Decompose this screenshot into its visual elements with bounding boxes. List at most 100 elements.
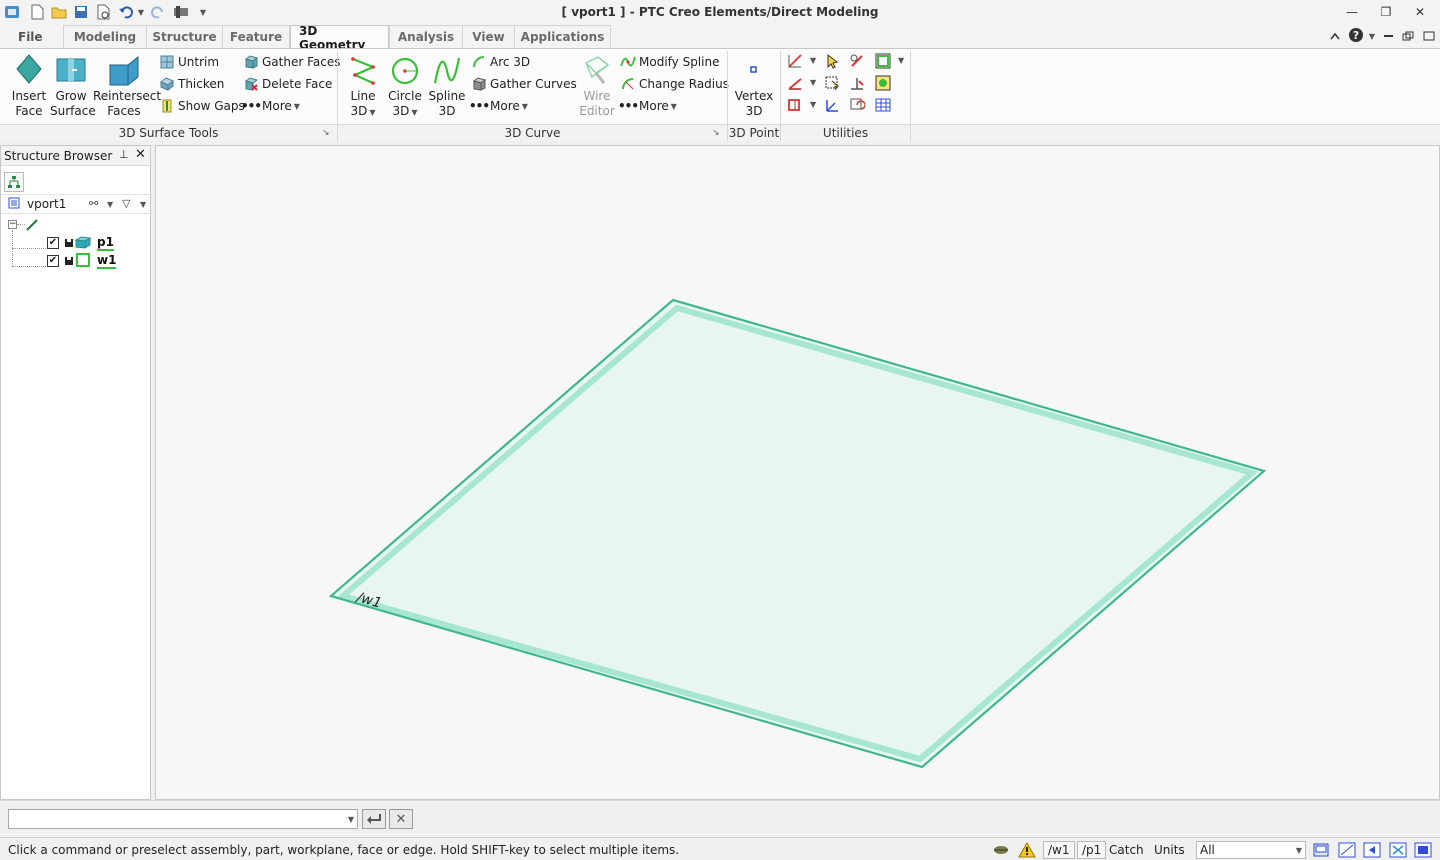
more-dots-icon: ••• (618, 99, 639, 113)
3d-viewport[interactable]: /w1 (155, 145, 1440, 800)
active-workplane-field[interactable]: /w1 (1043, 841, 1075, 859)
find-dropdown-icon[interactable]: ▼ (107, 200, 113, 209)
visibility-checkbox[interactable]: ✔ (47, 255, 59, 267)
tab-modeling[interactable]: Modeling (63, 25, 147, 48)
collapse-ribbon-icon[interactable] (1326, 27, 1344, 45)
spline-3d-button[interactable]: Spline 3D (427, 53, 467, 119)
thicken-button[interactable]: Thicken (159, 74, 224, 94)
doc-close-icon[interactable] (1420, 27, 1438, 45)
help-dropdown-icon[interactable]: ▼ (1366, 27, 1376, 45)
filter-dropdown-icon[interactable]: ▼ (140, 200, 146, 209)
angle-icon[interactable] (786, 74, 804, 92)
tree-item-w1[interactable]: ✔ w1 (47, 252, 117, 270)
previous-view-icon[interactable] (1363, 841, 1381, 859)
arc-3d-button[interactable]: Arc 3D (471, 52, 530, 72)
properties-icon[interactable] (874, 74, 892, 92)
viewport-config-icon[interactable] (1338, 841, 1356, 859)
delete-face-button[interactable]: Delete Face (243, 74, 332, 94)
modify-spline-button[interactable]: Modify Spline (620, 52, 719, 72)
tab-view[interactable]: View (462, 25, 515, 48)
warning-icon[interactable] (1018, 841, 1036, 859)
tab-feature[interactable]: Feature (222, 25, 290, 48)
fit-view-icon[interactable] (1389, 841, 1407, 859)
thicken-icon (159, 76, 175, 92)
layout-icon[interactable] (1313, 841, 1329, 859)
doc-minimize-icon[interactable] (1380, 27, 1398, 45)
modify-spline-icon (620, 54, 636, 70)
browser-close-icon[interactable]: ✕ (135, 147, 146, 162)
line-3d-button[interactable]: Line 3D ▼ (343, 53, 383, 120)
tab-analysis[interactable]: Analysis (389, 25, 463, 48)
surface-more-caret-icon: ▼ (293, 101, 300, 111)
curve-more-caret-icon: ▼ (521, 101, 528, 111)
select-icon[interactable] (823, 52, 841, 70)
curve-more-button[interactable]: ••• More ▼ (469, 96, 528, 116)
pin-icon[interactable]: ⊥ (119, 148, 129, 161)
tree-view-tab-icon[interactable] (4, 172, 24, 192)
table-icon[interactable] (874, 96, 892, 114)
maximize-viewport-icon[interactable] (1414, 841, 1432, 859)
tracking-icon[interactable] (992, 841, 1010, 859)
refresh-view-icon[interactable] (848, 96, 866, 114)
select-box-icon[interactable] (823, 74, 841, 92)
gather-faces-button[interactable]: Gather Faces (243, 52, 340, 72)
tree-collapse-icon[interactable]: − (8, 220, 17, 229)
gather-curves-icon (471, 76, 487, 92)
active-part-field[interactable]: /p1 (1077, 841, 1107, 859)
tab-file[interactable]: File (10, 25, 51, 48)
untrim-button[interactable]: Untrim (159, 52, 219, 72)
insert-face-button[interactable]: Insert Face (8, 53, 50, 119)
tree-item-p1[interactable]: ✔ p1 (47, 234, 114, 252)
find-icon[interactable]: ⚯ (89, 197, 98, 210)
clip-dropdown-icon[interactable]: ▼ (810, 100, 816, 109)
tab-structure[interactable]: Structure (146, 25, 223, 48)
tools-icon[interactable] (848, 52, 866, 70)
catch-button[interactable]: Catch (1109, 841, 1144, 859)
clip-icon[interactable] (786, 96, 804, 114)
help-icon[interactable]: ? (1347, 26, 1365, 44)
browser-root-label[interactable]: vport1 (27, 197, 66, 211)
thicken-label: Thicken (178, 77, 225, 91)
measure-dropdown-icon[interactable]: ▼ (810, 56, 816, 65)
tab-3d-geometry[interactable]: 3D Geometry (290, 24, 389, 52)
gather-curves-button[interactable]: Gather Curves (471, 74, 577, 94)
filter-icon[interactable]: ▽ (122, 197, 130, 210)
viewport-list-icon[interactable] (8, 197, 20, 212)
reintersect-faces-label-1: Reintersect (93, 89, 162, 103)
color-dropdown-icon[interactable]: ▼ (898, 56, 904, 65)
axis-select-icon[interactable] (823, 96, 841, 114)
command-history-dropdown-icon[interactable]: ▼ (348, 815, 354, 824)
transform-icon[interactable] (848, 74, 866, 92)
show-gaps-button[interactable]: Show Gaps (159, 96, 245, 116)
enter-command-button[interactable] (362, 809, 386, 829)
doc-restore-icon[interactable] (1399, 27, 1417, 45)
tree-connector (12, 266, 46, 267)
color-icon[interactable] (874, 52, 892, 70)
reintersect-faces-button[interactable]: Reintersect Faces (93, 53, 162, 119)
cancel-command-button[interactable]: ✕ (389, 809, 413, 829)
selection-filter-select[interactable]: All ▼ (1196, 841, 1306, 859)
units-button[interactable]: Units (1154, 841, 1185, 859)
grow-surface-button[interactable]: Grow Surface (50, 53, 96, 119)
close-button[interactable]: ✕ (1406, 2, 1434, 22)
surface-more-button[interactable]: ••• More ▼ (241, 96, 300, 116)
tab-applications[interactable]: Applications (514, 25, 611, 48)
workplane-face[interactable] (328, 298, 1267, 769)
vertex-3d-button[interactable]: Vertex 3D (733, 53, 775, 119)
insert-face-label-2: Face (15, 104, 43, 118)
maximize-button[interactable]: ❐ (1372, 2, 1400, 22)
enter-icon (367, 814, 381, 824)
angle-dropdown-icon[interactable]: ▼ (810, 78, 816, 87)
3d-curve-launcher-icon[interactable]: ↘ (712, 128, 720, 138)
curve-more2-button[interactable]: ••• More ▼ (618, 96, 677, 116)
minimize-button[interactable]: — (1338, 2, 1366, 22)
structure-browser-title: Structure Browser (4, 149, 113, 163)
measure-icon[interactable] (786, 52, 804, 70)
visibility-checkbox[interactable]: ✔ (47, 237, 59, 249)
wire-editor-button[interactable]: Wire Editor (576, 53, 618, 119)
surface-tools-launcher-icon[interactable]: ↘ (322, 128, 330, 138)
status-message: Click a command or preselect assembly, p… (8, 843, 680, 857)
change-radius-button[interactable]: Change Radius (620, 74, 729, 94)
circle-3d-button[interactable]: Circle 3D ▼ (385, 53, 425, 120)
command-input[interactable]: ▼ (8, 809, 358, 829)
